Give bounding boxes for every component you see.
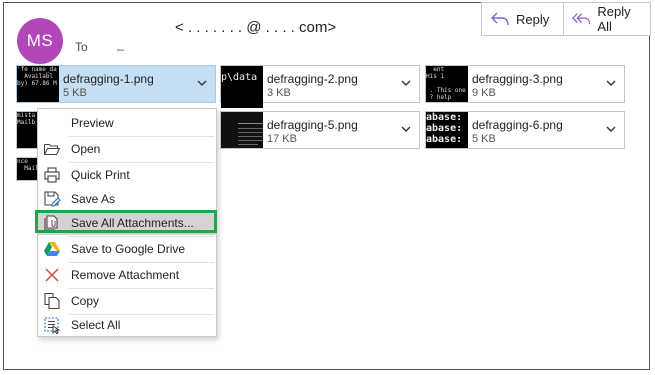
attachment-defragging-4[interactable]: mista Mailb <box>16 111 39 149</box>
attachment-thumbnail: nce Mail <box>17 158 39 180</box>
reply-button-group: Reply Reply All <box>481 2 651 36</box>
remove-x-icon <box>45 268 59 282</box>
attachment-name: defragging-1.png <box>63 72 154 86</box>
attachment-thumbnail: 'fe name_da Availabl by) 67.86 M <box>17 66 59 102</box>
attachment-thumbnail: mista Mailb <box>17 112 39 148</box>
menu-item-open[interactable]: Open <box>38 137 216 161</box>
menu-item-remove-attachment[interactable]: Remove Attachment <box>38 263 216 287</box>
highlight-annotation-box <box>35 210 217 233</box>
menu-item-label: Preview <box>71 116 114 130</box>
attachment-name: defragging-3.png <box>472 72 563 86</box>
attachment-defragging-7[interactable]: nce Mail <box>16 157 39 181</box>
copy-icon <box>44 292 60 310</box>
menu-item-select-all[interactable]: Select All <box>38 313 216 337</box>
reply-all-arrow-icon <box>572 13 591 25</box>
menu-item-label: Save As <box>71 192 116 206</box>
menu-item-quick-print[interactable]: Quick Print <box>38 163 216 187</box>
menu-item-copy[interactable]: Copy <box>38 289 216 313</box>
select-all-icon <box>44 317 61 334</box>
menu-item-preview[interactable]: Preview <box>38 111 216 135</box>
chevron-down-icon[interactable] <box>197 80 207 87</box>
attachment-defragging-1[interactable]: 'fe name_da Availabl by) 67.86 M defragg… <box>16 65 216 103</box>
to-recipient: _ <box>117 37 124 51</box>
menu-item-label: Quick Print <box>71 168 130 182</box>
attachment-size: 17 KB <box>267 133 297 145</box>
attachment-name: defragging-5.png <box>267 118 358 132</box>
reply-label: Reply <box>516 11 550 27</box>
to-label: To <box>75 40 88 54</box>
chevron-down-icon[interactable] <box>606 126 616 133</box>
reply-arrow-icon <box>491 12 509 26</box>
attachment-size: 5 KB <box>63 87 87 99</box>
sender-address: < . . . . . . . @ . . . . com> <box>175 19 337 36</box>
attachment-thumbnail: p\data <box>221 66 263 108</box>
attachment-size: 9 KB <box>472 87 496 99</box>
menu-item-save-to-google-drive[interactable]: Save to Google Drive <box>38 237 216 261</box>
terminal-thumbnail-icon <box>238 123 263 145</box>
attachment-size: 5 KB <box>472 133 496 145</box>
printer-icon <box>44 167 60 183</box>
reply-button[interactable]: Reply <box>482 3 563 35</box>
chevron-down-icon[interactable] <box>401 80 411 87</box>
menu-item-label: Copy <box>71 294 100 308</box>
attachment-thumbnail: ent His 1 . This one ? help <box>426 66 468 102</box>
menu-item-label: Select All <box>71 318 121 332</box>
sender-avatar: MS <box>17 18 63 64</box>
attachment-size: 3 KB <box>267 87 291 99</box>
menu-item-label: Save to Google Drive <box>71 242 186 256</box>
chevron-down-icon[interactable] <box>606 80 616 87</box>
reply-all-button[interactable]: Reply All <box>563 3 650 35</box>
attachment-defragging-6[interactable]: abase: abase: abase: defragging-6.png 5 … <box>425 111 625 149</box>
chevron-down-icon[interactable] <box>401 126 411 133</box>
menu-item-label: Open <box>71 142 101 156</box>
attachment-thumbnail <box>221 112 263 148</box>
folder-open-icon <box>43 143 61 156</box>
google-drive-icon <box>44 242 60 256</box>
attachment-thumbnail: abase: abase: abase: <box>426 112 468 148</box>
attachment-name: defragging-2.png <box>267 72 358 86</box>
attachment-name: defragging-6.png <box>472 118 563 132</box>
attachment-defragging-3[interactable]: ent His 1 . This one ? help defragging-3… <box>425 65 625 103</box>
reply-all-label: Reply All <box>597 4 631 34</box>
attachment-defragging-2[interactable]: p\data defragging-2.png 3 KB <box>220 65 420 108</box>
menu-item-label: Remove Attachment <box>71 268 180 282</box>
attachment-defragging-5[interactable]: defragging-5.png 17 KB <box>220 111 420 149</box>
save-as-icon <box>44 191 61 207</box>
menu-item-save-as[interactable]: Save As <box>38 187 216 211</box>
